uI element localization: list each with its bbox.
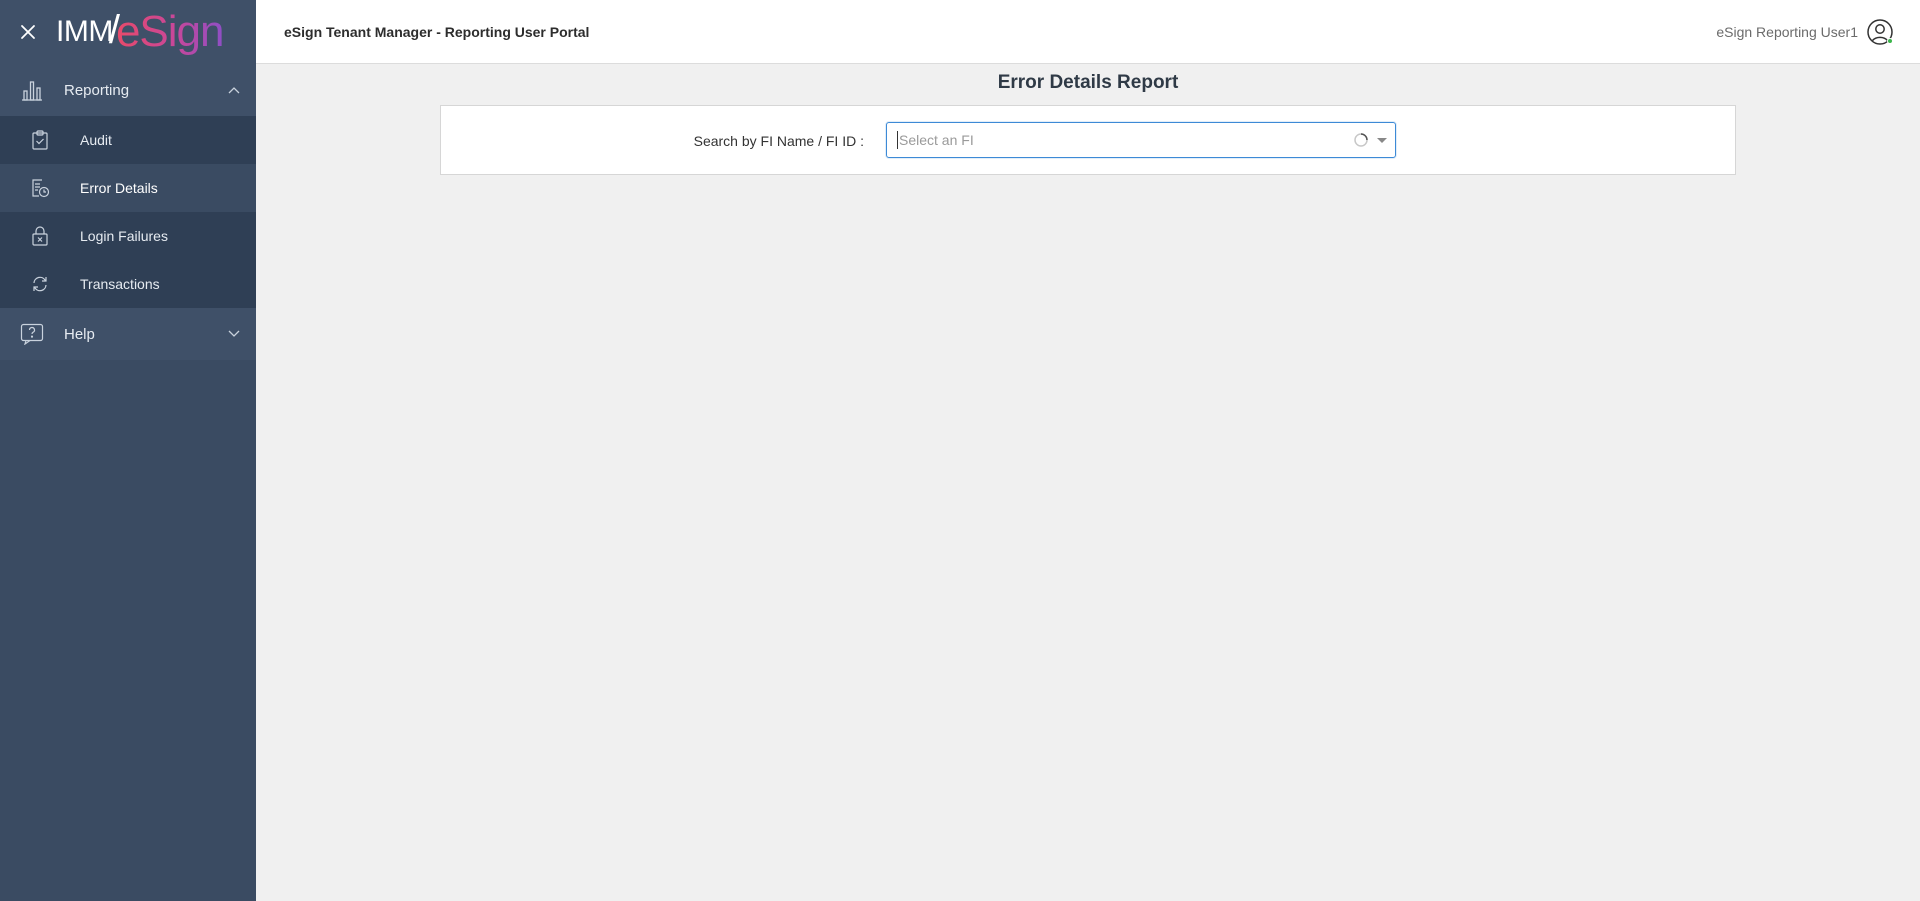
sidebar-item-label: Audit [80, 132, 112, 148]
loading-spinner-icon [1354, 133, 1368, 147]
nav-group-reporting-header[interactable]: Reporting [0, 64, 256, 116]
lock-x-icon [0, 226, 80, 246]
close-icon [21, 25, 35, 39]
exchange-icon [0, 275, 80, 293]
app-title: eSign Tenant Manager - Reporting User Po… [284, 23, 590, 40]
nav-group-reporting: Reporting Audit Error Details Login Fail… [0, 64, 256, 308]
nav-group-help-label: Help [64, 325, 95, 343]
nav-group-reporting-items: Audit Error Details Login Failures Trans… [0, 116, 256, 308]
page-title: Error Details Report [997, 72, 1179, 93]
fi-select-input[interactable]: Select an FI [886, 122, 1396, 158]
nav-group-help: Help [0, 308, 256, 360]
top-bar: eSign Tenant Manager - Reporting User Po… [256, 0, 1920, 64]
bar-chart-icon [0, 78, 64, 102]
sidebar-item-transactions[interactable]: Transactions [0, 260, 256, 308]
fi-select-placeholder: Select an FI [899, 132, 974, 148]
close-sidebar-button[interactable] [0, 0, 56, 64]
online-status-dot [1887, 38, 1893, 44]
sidebar-item-label: Error Details [80, 180, 158, 196]
user-menu[interactable]: eSign Reporting User1 [1716, 0, 1894, 64]
clipboard-check-icon [0, 130, 80, 150]
fi-search-label: Search by FI Name / FI ID : [693, 133, 864, 149]
sidebar-item-label: Transactions [80, 276, 160, 292]
nav-group-help-header[interactable]: Help [0, 308, 256, 360]
select-controls [1353, 123, 1387, 157]
chevron-up-icon [228, 81, 240, 99]
logo: IMM / eSign [56, 0, 224, 64]
chevron-down-icon [228, 325, 240, 343]
text-caret [897, 131, 898, 149]
user-circle-icon [1866, 18, 1894, 46]
sidebar-item-audit[interactable]: Audit [0, 116, 256, 164]
logo-slash: / [108, 7, 120, 52]
sidebar-header: IMM / eSign [0, 0, 256, 64]
dropdown-arrow-icon[interactable] [1377, 137, 1387, 143]
sidebar-item-login-failures[interactable]: Login Failures [0, 212, 256, 260]
sidebar-item-label: Login Failures [80, 228, 168, 244]
search-panel: Search by FI Name / FI ID : Select an FI [440, 105, 1736, 175]
sidebar-item-error-details[interactable]: Error Details [0, 164, 256, 212]
nav-group-reporting-label: Reporting [64, 81, 130, 99]
sidebar: IMM / eSign Reporting Audit Error Detail… [0, 0, 256, 901]
logo-imm: IMM [56, 15, 113, 48]
question-bubble-icon [0, 323, 64, 345]
logo-esign: eSign [115, 7, 225, 56]
document-clock-icon [0, 178, 80, 198]
user-name: eSign Reporting User1 [1716, 24, 1858, 40]
